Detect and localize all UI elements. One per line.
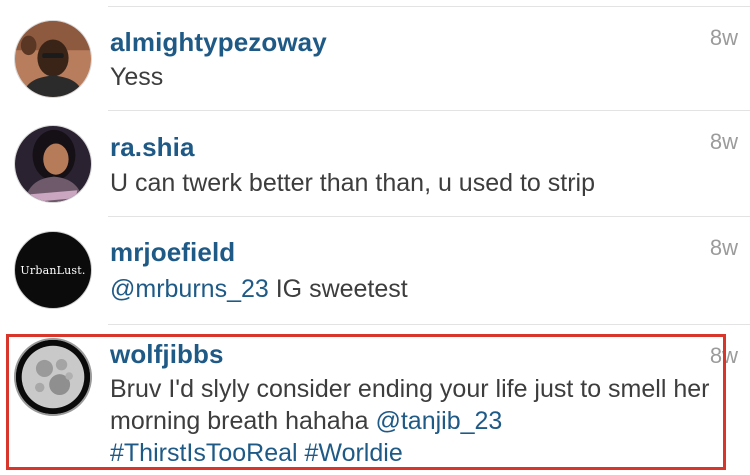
avatar[interactable]: [14, 20, 92, 98]
comment-text-body: IG sweetest: [268, 275, 408, 303]
comment-row: UrbanLust. mrjoefield 8w @mrburns_23 IG …: [0, 217, 750, 325]
avatar[interactable]: [14, 125, 92, 203]
profile-photo-woman-icon: [15, 126, 91, 202]
mention-link[interactable]: @mrburns_23: [110, 275, 269, 303]
mention-link[interactable]: @tanjib_23: [375, 407, 502, 435]
hashtag-link[interactable]: #ThirstIsTooReal: [110, 439, 298, 467]
full-moon-photo-icon: [16, 340, 90, 414]
comment-timestamp: 8w: [709, 235, 738, 260]
comment-row: wolfjibbs 8w Bruv I'd slyly consider end…: [0, 325, 750, 475]
avatar[interactable]: UrbanLust.: [14, 231, 92, 309]
avatar[interactable]: [14, 338, 92, 416]
urbanlust-logo-icon: UrbanLust.: [15, 232, 91, 308]
comment-row: almightypezoway 8w Yess: [0, 7, 750, 111]
comment-text: @mrburns_23 IG sweetest: [110, 273, 710, 305]
comment-text: Bruv I'd slyly consider ending your life…: [110, 373, 710, 469]
urbanlust-logo-text: UrbanLust.: [20, 263, 86, 277]
hashtag-link[interactable]: #Worldie: [305, 439, 403, 467]
profile-photo-man-icon: [15, 21, 91, 97]
comment-text: U can twerk better than than, u used to …: [110, 169, 595, 197]
comment-text: Yess: [110, 63, 164, 91]
comment-timestamp: 8w: [709, 343, 738, 368]
comment-timestamp: 8w: [709, 25, 738, 50]
comment-username[interactable]: wolfjibbs: [110, 339, 224, 370]
comment-row: ra.shia 8w U can twerk better than than,…: [0, 111, 750, 217]
comment-timestamp: 8w: [709, 129, 738, 154]
comment-username[interactable]: ra.shia: [110, 132, 195, 163]
comment-username[interactable]: mrjoefield: [110, 237, 235, 268]
comment-username[interactable]: almightypezoway: [110, 27, 327, 58]
